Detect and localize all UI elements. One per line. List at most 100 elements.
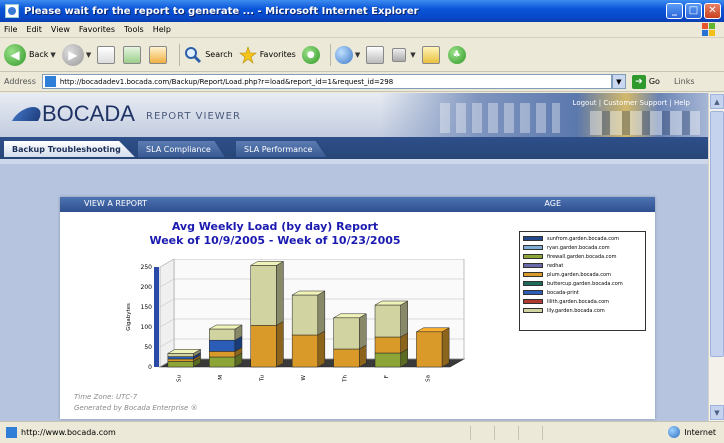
address-input[interactable]: http://bocadadev1.bocada.com/Backup/Repo…: [41, 74, 612, 89]
bar-segment: [209, 351, 236, 358]
y-tick-label: 250: [141, 264, 153, 271]
bocada-header: BOCADA REPORT VIEWER Logout | Customer S…: [0, 93, 708, 137]
scroll-thumb[interactable]: [710, 111, 724, 357]
back-label: Back: [29, 50, 49, 59]
bar-segment: [250, 325, 277, 368]
edit-button[interactable]: ▼: [392, 47, 416, 62]
home-icon: [149, 45, 168, 64]
windows-logo-icon: [702, 23, 715, 36]
search-label: Search: [205, 50, 233, 59]
tab-bar: Backup Troubleshooting SLA Compliance SL…: [0, 137, 708, 159]
legend-item: bocada-print: [523, 288, 642, 297]
legend-item: ryan.garden.bocada.com: [523, 243, 642, 252]
bar-segment: [291, 294, 319, 336]
x-tick-label: Th: [342, 374, 348, 382]
media-button[interactable]: ●: [301, 45, 320, 64]
toolbar-separator: [329, 43, 331, 66]
page-status-icon: [6, 427, 17, 438]
chart-legend: sunfrom.garden.bocada.com ryan.garden.boc…: [519, 231, 646, 331]
bar-segment: [291, 334, 319, 368]
bar-segment-side: [276, 260, 284, 326]
favorites-button[interactable]: Favorites: [238, 45, 296, 64]
menu-view[interactable]: View: [51, 25, 70, 34]
status-cells: [470, 426, 564, 440]
forward-arrow-icon: ▶: [61, 43, 84, 66]
bar-segment: [374, 336, 401, 354]
legend-item: plum.garden.bocada.com: [523, 270, 642, 279]
view-report-label: VIEW A REPORT: [84, 199, 147, 208]
ie-icon: [5, 4, 19, 18]
header-links[interactable]: Logout | Customer Support | Help: [573, 99, 690, 107]
browser-toolbar: ◀ Back ▼ ▶ ▼ Search Favorites ● ▼ ▼ ♣: [0, 38, 724, 72]
bocada-logo[interactable]: BOCADA: [42, 101, 135, 127]
messenger-button[interactable]: ♣: [447, 45, 466, 64]
bar-segment-side: [441, 327, 450, 368]
legend-swatch: [523, 254, 543, 259]
legend-label: firewall.garden.bocada.com: [547, 253, 617, 260]
stop-icon: [97, 45, 116, 64]
scroll-down-icon[interactable]: ▼: [710, 405, 724, 420]
status-cell: [518, 426, 540, 440]
stop-button[interactable]: [97, 45, 117, 64]
close-button[interactable]: ✕: [704, 3, 721, 19]
bar-segment: [167, 361, 194, 368]
minimize-button[interactable]: _: [666, 3, 683, 19]
refresh-button[interactable]: [123, 45, 143, 64]
load-chart: 250 200 150 100 50 0 Gigabytes Su M Tu W Th F Sa: [126, 259, 466, 383]
links-button[interactable]: Links: [674, 77, 695, 86]
vertical-scrollbar[interactable]: ▲ ▼: [708, 93, 724, 421]
bar-segment: [209, 339, 236, 352]
legend-item: lily.garden.bocada.com: [523, 306, 642, 315]
mail-icon: [334, 45, 353, 64]
menu-tools[interactable]: Tools: [124, 25, 144, 34]
bar-segment: [167, 356, 194, 360]
page-icon: [44, 76, 56, 87]
y-axis-label: Gigabytes: [126, 303, 132, 331]
menu-favorites[interactable]: Favorites: [79, 25, 115, 34]
toolbar-separator: [179, 43, 181, 66]
report-card: VIEW A REPORT AGE Avg Weekly Load (by da…: [60, 197, 655, 419]
favorites-label: Favorites: [259, 50, 296, 59]
print-button[interactable]: [366, 45, 386, 64]
bar-segment: [374, 304, 401, 338]
folder-button[interactable]: [421, 45, 442, 64]
dropdown-arrow-icon: ▼: [50, 50, 56, 59]
go-button[interactable]: ➜ Go: [631, 74, 660, 89]
mail-button[interactable]: ▼: [334, 45, 360, 64]
legend-swatch: [523, 308, 543, 313]
legend-swatch: [523, 272, 543, 277]
status-text: http://www.bocada.com: [21, 428, 116, 437]
search-button[interactable]: Search: [184, 46, 233, 64]
forward-button[interactable]: ▶ ▼: [61, 43, 92, 66]
back-button[interactable]: ◀ Back ▼: [4, 43, 56, 66]
search-icon: [185, 46, 202, 63]
y-tick-label: 50: [144, 344, 152, 351]
legend-item: redhat: [523, 261, 642, 270]
menu-bar: File Edit View Favorites Tools Help: [0, 22, 724, 38]
legend-swatch: [523, 236, 543, 241]
x-tick-label: M: [218, 375, 224, 380]
report-card-bar: VIEW A REPORT AGE: [60, 197, 655, 212]
tab-backup-troubleshooting[interactable]: Backup Troubleshooting: [4, 141, 135, 157]
printer-icon: [366, 45, 385, 64]
bar-segment: [333, 348, 360, 368]
home-button[interactable]: [149, 45, 169, 64]
y-tick-label: 200: [141, 284, 153, 291]
page-viewport: BOCADA REPORT VIEWER Logout | Customer S…: [0, 93, 708, 421]
menu-edit[interactable]: Edit: [26, 25, 42, 34]
bar-segment: [250, 265, 277, 326]
menu-help[interactable]: Help: [153, 25, 171, 34]
maximize-button[interactable]: □: [685, 3, 702, 19]
scroll-up-icon[interactable]: ▲: [710, 94, 724, 109]
menu-file[interactable]: File: [4, 25, 17, 34]
y-tick-label: 0: [148, 364, 152, 371]
report-subtitle: Week of 10/9/2005 - Week of 10/23/2005: [149, 234, 401, 247]
bar-segment-side: [359, 313, 367, 350]
address-dropdown-icon[interactable]: ▼: [611, 74, 626, 89]
dropdown-arrow-icon: ▼: [85, 50, 92, 59]
tab-sla-performance[interactable]: SLA Performance: [236, 141, 327, 157]
tab-underline: [0, 159, 708, 164]
dropdown-arrow-icon: ▼: [410, 50, 416, 59]
tab-sla-compliance[interactable]: SLA Compliance: [138, 141, 225, 157]
bar-segment: [167, 358, 194, 362]
